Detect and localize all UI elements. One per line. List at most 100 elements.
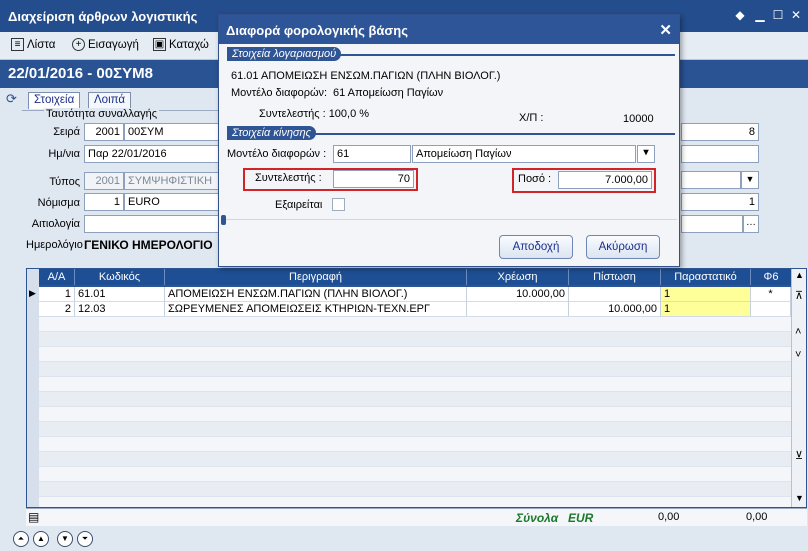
section-account: Στοιχεία λογαριασμού — [227, 47, 342, 61]
cancel-button[interactable]: Ακύρωση — [586, 235, 660, 259]
totals-currency: EUR — [568, 511, 594, 525]
total-debit: 0,00 — [658, 511, 680, 523]
table-row[interactable]: 2 12.03 ΣΩΡΕΥΜΕΝΕΣ ΑΠΟΜΕΙΩΣΕΙΣ ΚΤΗΡΙΩΝ-Τ… — [39, 302, 791, 317]
save-button-label: Καταχώ — [169, 38, 209, 51]
row-description: ΣΩΡΕΥΜΕΝΕΣ ΑΠΟΜΕΙΩΣΕΙΣ ΚΤΗΡΙΩΝ-ΤΕΧΝ.ΕΡΓ — [165, 302, 467, 317]
model-code-field[interactable]: 61 — [333, 145, 411, 163]
next-record-icon[interactable]: ▼ — [57, 531, 73, 547]
grid-footer: ▤ Σύνολα EUR 0,00 0,00 — [26, 508, 807, 526]
grid-scrollbar[interactable]: ▲ ⊼ ˄ ˅ ⊻ ▼ — [791, 269, 806, 507]
exchange-rate-field[interactable]: 1 — [681, 193, 759, 211]
reason-field[interactable] — [84, 215, 220, 233]
dialog-title: Διαφορά φορολογικής βάσης — [226, 23, 408, 38]
identity-group: Ταυτότητα συναλλαγής — [22, 108, 222, 122]
scroll-bottom-icon[interactable]: ⊻ — [795, 449, 803, 462]
series-code-field[interactable]: 2001 — [84, 123, 124, 141]
window-title: Διαχείριση άρθρων λογιστικής — [8, 9, 198, 24]
close-icon[interactable]: ✕ — [659, 21, 672, 39]
totals-label: Σύνολα — [516, 511, 559, 525]
col-f6[interactable]: Φ6 — [751, 269, 791, 285]
pin-icon[interactable]: ◆ — [733, 8, 747, 22]
amount-label: Ποσό : — [518, 173, 552, 185]
close-window-icon[interactable]: ✕ — [789, 8, 803, 22]
scroll-top-icon[interactable]: ⊼ — [795, 289, 803, 302]
identity-group-label: Ταυτότητα συναλλαγής — [44, 108, 160, 120]
plus-icon: + — [72, 38, 85, 51]
type-label: Τύπος — [49, 176, 80, 188]
minimize-icon[interactable]: ▁ — [753, 8, 767, 22]
tab-details[interactable]: Στοιχεία — [28, 92, 81, 109]
list-button[interactable]: ≡ Λίστα — [11, 38, 55, 51]
row-f6 — [751, 302, 791, 317]
xp-label: Χ/Π : — [519, 112, 544, 124]
col-debit[interactable]: Χρέωση — [467, 269, 569, 285]
list-icon: ≡ — [11, 38, 24, 51]
list-button-label: Λίστα — [27, 38, 56, 51]
model-lookup-icon[interactable]: ▾ — [637, 145, 655, 163]
table-row[interactable]: 1 61.01 ΑΠΟΜΕΙΩΣΗ ΕΝΣΩΜ.ΠΑΓΙΩΝ (ΠΛΗΝ ΒΙΟ… — [39, 287, 791, 302]
row-credit — [569, 287, 661, 302]
row-aa: 2 — [39, 302, 75, 317]
type-field: ΣΥΜΨΗΦΙΣΤΙΚΗ — [124, 172, 220, 190]
ellipsis-button[interactable]: … — [743, 215, 759, 233]
report-icon[interactable]: ▤ — [28, 510, 39, 524]
col-aa[interactable]: Α/Α — [39, 269, 75, 285]
floppy-icon: ▣ — [153, 38, 166, 51]
col-code[interactable]: Κωδικός — [75, 269, 165, 285]
row-description: ΑΠΟΜΕΙΩΣΗ ΕΝΣΩΜ.ΠΑΓΙΩΝ (ΠΛΗΝ ΒΙΟΛΟΓ.) — [165, 287, 467, 302]
row-code: 61.01 — [75, 287, 165, 302]
slider-track — [221, 219, 677, 220]
scroll-down-icon[interactable]: ▼ — [795, 493, 804, 503]
first-record-icon[interactable]: ⏶ — [13, 531, 29, 547]
empty-grid-rows — [39, 317, 791, 507]
model-line-label: Μοντέλο διαφορών: — [231, 87, 328, 99]
chevron-down-icon[interactable]: ▼ — [741, 171, 759, 189]
excluded-checkbox[interactable] — [332, 198, 345, 211]
previous-record-icon[interactable]: ▲ — [33, 531, 49, 547]
insert-button[interactable]: + Εισαγωγή — [72, 38, 139, 51]
coefficient-label: Συντελεστής : — [255, 172, 322, 184]
accept-button[interactable]: Αποδοχή — [499, 235, 573, 259]
reason-right-field[interactable] — [681, 215, 743, 233]
row-code: 12.03 — [75, 302, 165, 317]
last-record-icon[interactable]: ⏷ — [77, 531, 93, 547]
grid-header: Α/Α Κωδικός Περιγραφή Χρέωση Πίστωση Παρ… — [39, 269, 791, 285]
col-description[interactable]: Περιγραφή — [165, 269, 467, 285]
reason-label: Αιτιολογία — [31, 218, 80, 230]
date-field[interactable]: Παρ 22/01/2016 — [84, 145, 220, 163]
tab-other[interactable]: Λοιπά — [88, 92, 132, 109]
refresh-icon[interactable]: ⟳ — [6, 91, 17, 107]
series-label: Σειρά — [53, 126, 80, 138]
series-number-field[interactable]: 8 — [681, 123, 759, 141]
document-header-title: 22/01/2016 - 00ΣΥΜ8 — [8, 65, 153, 82]
maximize-icon[interactable]: ☐ — [771, 8, 785, 22]
scroll-page-down-icon[interactable]: ˅ — [795, 349, 801, 361]
account-line: 61.01 ΑΠΟΜΕΙΩΣΗ ΕΝΣΩΜ.ΠΑΓΙΩΝ (ΠΛΗΝ ΒΙΟΛΟ… — [231, 70, 501, 82]
model-line-value: 61 Απομείωση Παγίων — [333, 87, 444, 99]
model-name-field[interactable]: Απομείωση Παγίων — [412, 145, 636, 163]
current-row-icon: ▶ — [29, 288, 36, 298]
col-credit[interactable]: Πίστωση — [569, 269, 661, 285]
type-code-field: 2001 — [84, 172, 124, 190]
currency-field[interactable]: EURO — [124, 193, 220, 211]
row-document: 1 — [661, 287, 751, 302]
date-right-field[interactable] — [681, 145, 759, 163]
amount-field[interactable]: 7.000,00 — [558, 171, 652, 189]
col-document[interactable]: Παραστατικό — [661, 269, 751, 285]
scroll-up-icon[interactable]: ▲ — [795, 270, 804, 280]
insert-button-label: Εισαγωγή — [88, 38, 139, 51]
type-right-field[interactable] — [681, 171, 741, 189]
row-aa: 1 — [39, 287, 75, 302]
scroll-page-up-icon[interactable]: ˄ — [795, 326, 801, 338]
excluded-label: Εξαιρείται — [275, 199, 323, 211]
series-field[interactable]: 00ΣΥΜ — [124, 123, 220, 141]
row-debit — [467, 302, 569, 317]
date-label: Ημ/νια — [48, 148, 80, 160]
section-movement: Στοιχεία κίνησης — [227, 126, 317, 140]
slider-handle[interactable] — [221, 215, 226, 225]
save-button[interactable]: ▣ Καταχώ — [153, 38, 209, 51]
currency-code-field[interactable]: 1 — [84, 193, 124, 211]
coefficient-line: Συντελεστής : 100,0 % — [259, 108, 370, 120]
coefficient-field[interactable]: 70 — [333, 170, 414, 188]
row-f6: * — [751, 287, 791, 302]
